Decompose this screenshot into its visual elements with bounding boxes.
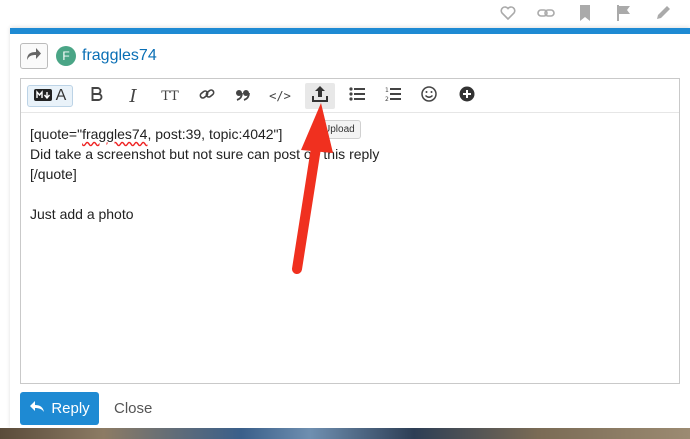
misspelled-word: fraggles74 <box>82 126 148 142</box>
bold-icon <box>91 87 103 105</box>
more-options-button[interactable] <box>455 85 479 107</box>
plus-circle-icon <box>459 86 475 106</box>
quote-open-line: [quote="fraggles74, post:39, topic:4042"… <box>30 126 283 142</box>
italic-button[interactable]: I <box>121 85 145 107</box>
editor-toolbar: A I TT </> 1 2 <box>21 79 679 113</box>
editor: A I TT </> 1 2 [quote="fraggles74, post:… <box>20 78 680 384</box>
text-line: Did take a screenshot but not sure can p… <box>30 146 380 162</box>
upload-tooltip: Upload <box>317 120 361 139</box>
text-line <box>30 184 379 204</box>
code-icon: </> <box>269 89 291 103</box>
numbered-list-button[interactable]: 12 <box>381 85 405 107</box>
code-button[interactable]: </> <box>267 85 293 107</box>
avatar-letter: F <box>62 49 70 63</box>
reply-to-row: F fraggles74 <box>20 42 157 70</box>
heading-button[interactable]: TT <box>157 85 183 107</box>
upload-button[interactable] <box>305 83 335 109</box>
post-actions <box>0 0 690 28</box>
flag-icon[interactable] <box>614 3 634 23</box>
avatar[interactable]: F <box>56 46 76 66</box>
reply-button[interactable]: Reply <box>20 392 99 425</box>
reply-username[interactable]: fraggles74 <box>82 47 157 65</box>
link-button[interactable] <box>195 85 219 107</box>
link-icon[interactable] <box>536 3 556 23</box>
reply-to-button[interactable] <box>20 43 48 69</box>
svg-text:1: 1 <box>385 87 389 94</box>
share-arrow-icon <box>26 47 42 66</box>
reply-label: Reply <box>51 400 90 417</box>
quote-button[interactable] <box>231 85 255 107</box>
quote-icon <box>235 88 251 105</box>
text-line: [/quote] <box>30 166 77 182</box>
heart-icon[interactable] <box>498 3 518 23</box>
svg-text:2: 2 <box>385 96 389 102</box>
bookmark-icon[interactable] <box>575 3 595 23</box>
pencil-icon[interactable] <box>653 3 673 23</box>
heading-icon: TT <box>161 88 179 104</box>
upload-icon <box>312 85 328 107</box>
bullet-list-icon <box>349 87 365 105</box>
markdown-icon <box>33 88 52 105</box>
italic-icon: I <box>129 85 137 107</box>
reply-arrow-icon <box>29 400 45 417</box>
emoji-button[interactable] <box>417 85 441 107</box>
rich-text-letter: A <box>55 87 67 104</box>
reply-textarea[interactable]: [quote="fraggles74, post:39, topic:4042"… <box>30 124 379 224</box>
markdown-mode-toggle[interactable]: A <box>27 85 73 107</box>
smiley-icon <box>421 86 437 106</box>
close-button[interactable]: Close <box>114 400 152 417</box>
text-line: Just add a photo <box>30 206 134 222</box>
numbered-list-icon: 12 <box>385 86 401 106</box>
link-icon <box>199 86 215 106</box>
bullet-list-button[interactable] <box>345 85 369 107</box>
reply-composer: F fraggles74 A I TT </> 1 2 [quote="frag… <box>10 28 690 428</box>
background-image-strip <box>0 428 690 439</box>
bold-button[interactable] <box>85 85 109 107</box>
